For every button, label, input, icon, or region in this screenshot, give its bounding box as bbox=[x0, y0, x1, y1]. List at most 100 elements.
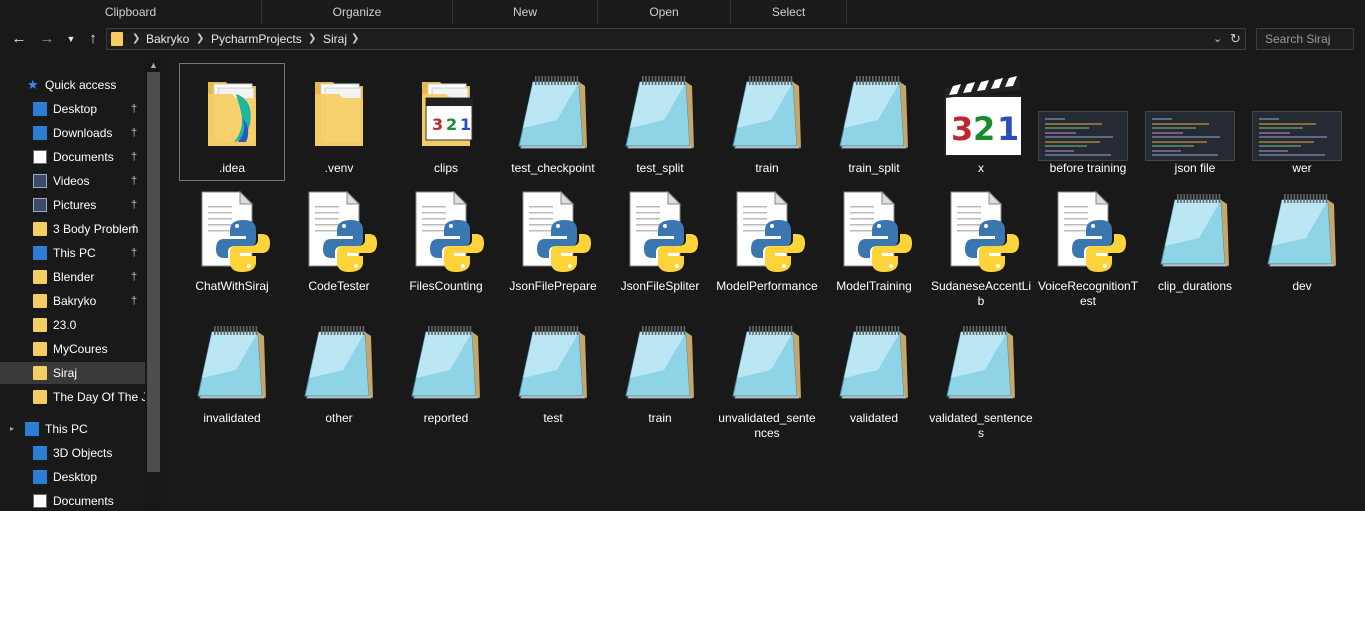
file-item[interactable]: dev bbox=[1250, 182, 1354, 298]
address-dropdown-chevron-icon[interactable]: ⌄ bbox=[1213, 30, 1222, 48]
scroll-up-chevron-icon[interactable]: ▲ bbox=[145, 58, 162, 72]
file-name: clips bbox=[433, 161, 458, 175]
file-item[interactable]: train bbox=[715, 64, 819, 180]
ribbon-group-select[interactable]: Select bbox=[731, 0, 847, 24]
file-item[interactable]: ModelTraining bbox=[822, 182, 926, 298]
file-name: FilesCounting bbox=[409, 279, 483, 293]
file-item[interactable]: json file bbox=[1143, 64, 1247, 180]
expand-chevron-icon[interactable]: ▸ bbox=[10, 418, 14, 440]
notepad-icon bbox=[299, 318, 379, 406]
svg-text:3: 3 bbox=[951, 110, 973, 148]
svg-text:1: 1 bbox=[460, 115, 471, 134]
file-item[interactable]: ChatWithSiraj bbox=[180, 182, 284, 298]
file-item[interactable]: .venv bbox=[287, 64, 391, 180]
ribbon-group-new[interactable]: New bbox=[453, 0, 598, 24]
sidebar-item-the-day-of-the-jackal[interactable]: The Day Of The Jackal bbox=[0, 386, 145, 408]
sidebar-item-mycoures[interactable]: MyCoures bbox=[0, 338, 145, 360]
sidebar-item-siraj[interactable]: Siraj bbox=[0, 362, 145, 384]
file-item[interactable]: .idea bbox=[179, 63, 285, 181]
python-file-icon bbox=[192, 186, 272, 274]
nav-scroll-thumb[interactable] bbox=[147, 72, 160, 472]
file-item[interactable]: validated bbox=[822, 314, 926, 430]
file-item[interactable]: wer bbox=[1250, 64, 1354, 180]
pin-icon: † bbox=[131, 151, 138, 163]
ribbon-group-open[interactable]: Open bbox=[598, 0, 731, 24]
sidebar-item-blender[interactable]: Blender † bbox=[0, 266, 145, 288]
folder-icon bbox=[33, 270, 47, 284]
sidebar-item-downloads[interactable]: Downloads † bbox=[0, 122, 145, 144]
file-item[interactable]: test_checkpoint bbox=[501, 64, 605, 180]
file-item[interactable]: ModelPerformance bbox=[715, 182, 819, 298]
file-item[interactable]: before training bbox=[1036, 64, 1140, 180]
file-item[interactable]: 3 2 1 clips bbox=[394, 64, 498, 180]
nav-item-label: Desktop bbox=[53, 470, 98, 484]
file-name: ModelTraining bbox=[836, 279, 912, 293]
file-name: other bbox=[325, 411, 353, 425]
nav-quick-access[interactable]: ★ Quick access bbox=[0, 74, 145, 96]
back-arrow-icon[interactable]: ← bbox=[10, 30, 28, 48]
file-name: ModelPerformance bbox=[716, 279, 818, 293]
file-item[interactable]: test bbox=[501, 314, 605, 430]
up-arrow-icon[interactable]: ↑ bbox=[84, 30, 102, 48]
ribbon: Clipboard Organize New Open Select bbox=[0, 0, 1365, 24]
notepad-icon bbox=[1155, 186, 1235, 274]
file-item[interactable]: FilesCounting bbox=[394, 182, 498, 298]
python-file-icon bbox=[513, 186, 593, 274]
file-item[interactable]: SudaneseAccentLib bbox=[929, 182, 1033, 308]
file-item[interactable]: train bbox=[608, 314, 712, 430]
nav-item-label: Blender bbox=[53, 270, 95, 284]
file-item[interactable]: invalidated bbox=[180, 314, 284, 430]
refresh-icon[interactable]: ↻ bbox=[1230, 30, 1241, 48]
recent-locations-chevron-icon[interactable]: ▼ bbox=[62, 30, 80, 48]
python-file-icon bbox=[941, 186, 1021, 274]
nav-item-label: This PC bbox=[53, 246, 96, 260]
file-item[interactable]: other bbox=[287, 314, 391, 430]
notepad-icon bbox=[620, 318, 700, 406]
file-item[interactable]: validated_sentences bbox=[929, 314, 1033, 440]
file-item[interactable]: unvalidated_sentences bbox=[715, 314, 819, 440]
ribbon-group-clipboard[interactable]: Clipboard bbox=[0, 0, 262, 24]
sidebar-item-bakryko[interactable]: Bakryko † bbox=[0, 290, 145, 312]
sidebar-item-desktop[interactable]: Desktop † bbox=[0, 98, 145, 120]
file-item[interactable]: JsonFileSpliter bbox=[608, 182, 712, 298]
file-name: VoiceRecognitionTest bbox=[1037, 279, 1139, 308]
file-item[interactable]: test_split bbox=[608, 64, 712, 180]
notepad-icon bbox=[941, 318, 1021, 406]
image-thumbnail bbox=[1143, 68, 1247, 161]
nav-item-label: 3 Body Problem bbox=[53, 222, 139, 236]
nav-item-label: Videos bbox=[53, 174, 90, 188]
breadcrumb-pycharmprojects[interactable]: PycharmProjects bbox=[211, 30, 302, 48]
nav-item-label: Documents bbox=[53, 494, 114, 508]
sidebar-item-this-pc[interactable]: This PC † bbox=[0, 242, 145, 264]
file-item[interactable]: CodeTester bbox=[287, 182, 391, 298]
nav-this-pc[interactable]: This PC ▸ bbox=[0, 418, 145, 440]
file-item[interactable]: JsonFilePrepare bbox=[501, 182, 605, 298]
python-file-icon bbox=[620, 186, 700, 274]
breadcrumb-bakryko[interactable]: Bakryko bbox=[146, 30, 189, 48]
sidebar-item-3-body-problem[interactable]: 3 Body Problem † bbox=[0, 218, 145, 240]
forward-arrow-icon[interactable]: → bbox=[38, 30, 56, 48]
ribbon-group-organize[interactable]: Organize bbox=[262, 0, 453, 24]
file-explorer-window: Clipboard Organize New Open Select ← → ▼… bbox=[0, 0, 1365, 511]
folder-icon bbox=[33, 390, 47, 404]
sidebar-item-pictures[interactable]: Pictures † bbox=[0, 194, 145, 216]
file-item[interactable]: 321x bbox=[929, 64, 1033, 180]
file-item[interactable]: train_split bbox=[822, 64, 926, 180]
sidebar-item-23-0[interactable]: 23.0 bbox=[0, 314, 145, 336]
sidebar-item-pc-3d-objects[interactable]: 3D Objects bbox=[0, 442, 145, 464]
file-item[interactable]: VoiceRecognitionTest bbox=[1036, 182, 1140, 308]
sidebar-item-pc-desktop[interactable]: Desktop bbox=[0, 466, 145, 488]
file-name: validated bbox=[849, 411, 899, 425]
folder-icon bbox=[111, 32, 123, 46]
search-input[interactable]: Search Siraj bbox=[1256, 28, 1354, 50]
pin-icon: † bbox=[131, 271, 138, 283]
breadcrumb-siraj[interactable]: Siraj bbox=[323, 30, 347, 48]
sidebar-item-documents[interactable]: Documents † bbox=[0, 146, 145, 168]
file-item[interactable]: reported bbox=[394, 314, 498, 430]
python-file-icon bbox=[1048, 186, 1128, 274]
file-item[interactable]: clip_durations bbox=[1143, 182, 1247, 298]
nav-item-label: Bakryko bbox=[53, 294, 97, 308]
sidebar-item-pc-documents[interactable]: Documents bbox=[0, 490, 145, 511]
file-name: reported bbox=[423, 411, 469, 425]
sidebar-item-videos[interactable]: Videos † bbox=[0, 170, 145, 192]
